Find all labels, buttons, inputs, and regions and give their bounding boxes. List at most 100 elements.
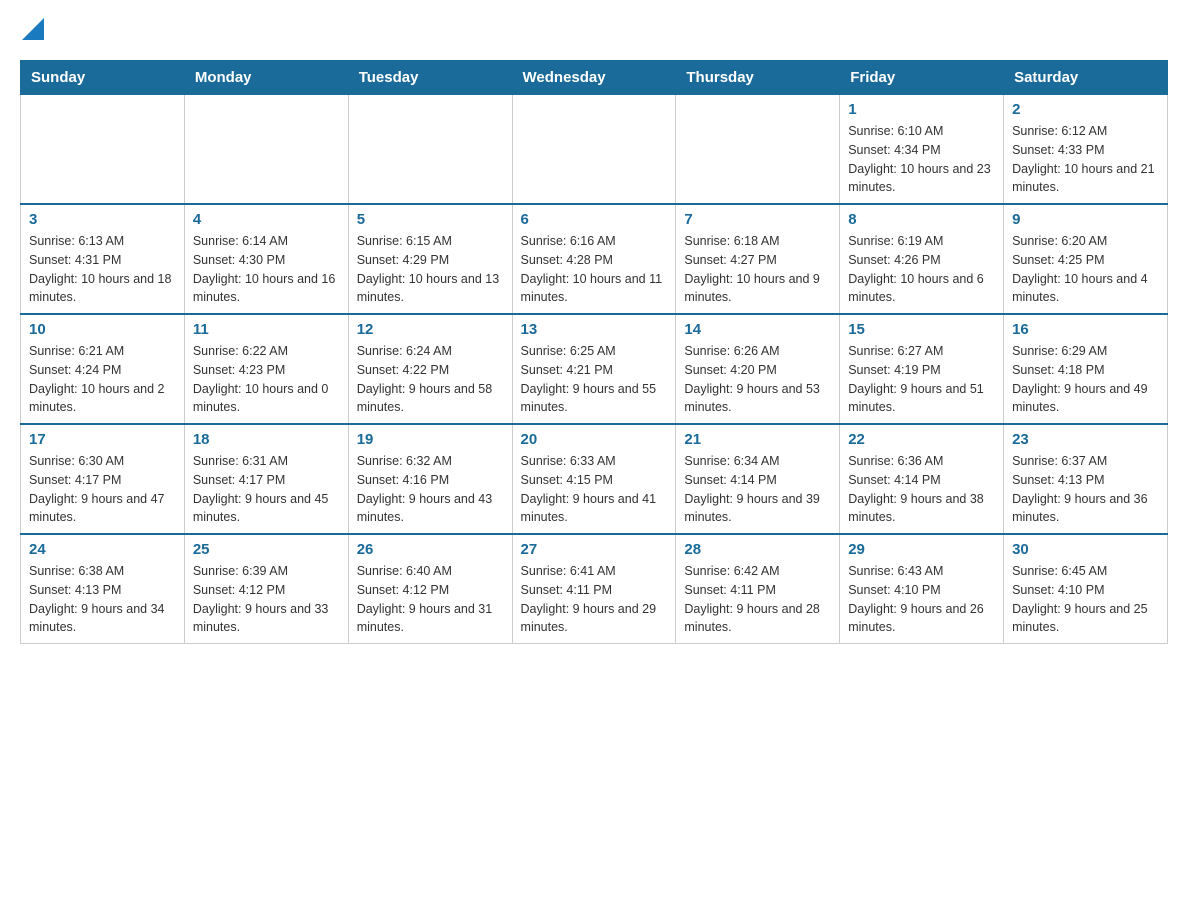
day-info: Sunrise: 6:30 AM Sunset: 4:17 PM Dayligh… xyxy=(29,452,176,527)
day-number: 15 xyxy=(848,321,995,338)
day-info: Sunrise: 6:22 AM Sunset: 4:23 PM Dayligh… xyxy=(193,342,340,417)
day-info: Sunrise: 6:32 AM Sunset: 4:16 PM Dayligh… xyxy=(357,452,504,527)
calendar-cell: 2 Sunrise: 6:12 AM Sunset: 4:33 PM Daylig… xyxy=(1004,95,1168,205)
calendar-cell: 26 Sunrise: 6:40 AM Sunset: 4:12 PM Dayli… xyxy=(348,534,512,644)
calendar-cell: 7 Sunrise: 6:18 AM Sunset: 4:27 PM Daylig… xyxy=(676,204,840,314)
calendar-cell: 6 Sunrise: 6:16 AM Sunset: 4:28 PM Daylig… xyxy=(512,204,676,314)
day-info: Sunrise: 6:19 AM Sunset: 4:26 PM Dayligh… xyxy=(848,232,995,307)
calendar-cell xyxy=(512,95,676,205)
calendar-week-row: 17 Sunrise: 6:30 AM Sunset: 4:17 PM Dayli… xyxy=(21,424,1168,534)
day-number: 6 xyxy=(521,211,668,228)
day-info: Sunrise: 6:40 AM Sunset: 4:12 PM Dayligh… xyxy=(357,562,504,637)
calendar-week-row: 10 Sunrise: 6:21 AM Sunset: 4:24 PM Dayli… xyxy=(21,314,1168,424)
weekday-header-wednesday: Wednesday xyxy=(512,61,676,95)
page-header xyxy=(20,20,1168,40)
calendar-week-row: 3 Sunrise: 6:13 AM Sunset: 4:31 PM Daylig… xyxy=(21,204,1168,314)
logo-triangle-icon xyxy=(22,18,44,40)
day-number: 11 xyxy=(193,321,340,338)
day-info: Sunrise: 6:15 AM Sunset: 4:29 PM Dayligh… xyxy=(357,232,504,307)
day-info: Sunrise: 6:36 AM Sunset: 4:14 PM Dayligh… xyxy=(848,452,995,527)
calendar-cell: 5 Sunrise: 6:15 AM Sunset: 4:29 PM Daylig… xyxy=(348,204,512,314)
calendar-table: SundayMondayTuesdayWednesdayThursdayFrid… xyxy=(20,60,1168,644)
calendar-cell: 27 Sunrise: 6:41 AM Sunset: 4:11 PM Dayli… xyxy=(512,534,676,644)
day-number: 9 xyxy=(1012,211,1159,228)
day-info: Sunrise: 6:39 AM Sunset: 4:12 PM Dayligh… xyxy=(193,562,340,637)
day-number: 8 xyxy=(848,211,995,228)
day-number: 23 xyxy=(1012,431,1159,448)
day-number: 18 xyxy=(193,431,340,448)
day-info: Sunrise: 6:26 AM Sunset: 4:20 PM Dayligh… xyxy=(684,342,831,417)
weekday-header-saturday: Saturday xyxy=(1004,61,1168,95)
weekday-header-sunday: Sunday xyxy=(21,61,185,95)
day-number: 13 xyxy=(521,321,668,338)
calendar-cell: 18Sunrise: 6:31 AM Sunset: 4:17 PM Dayli… xyxy=(184,424,348,534)
weekday-header-monday: Monday xyxy=(184,61,348,95)
calendar-cell: 14 Sunrise: 6:26 AM Sunset: 4:20 PM Dayli… xyxy=(676,314,840,424)
day-number: 29 xyxy=(848,541,995,558)
calendar-cell: 16 Sunrise: 6:29 AM Sunset: 4:18 PM Dayli… xyxy=(1004,314,1168,424)
day-number: 2 xyxy=(1012,101,1159,118)
day-number: 26 xyxy=(357,541,504,558)
calendar-week-row: 24Sunrise: 6:38 AM Sunset: 4:13 PM Dayli… xyxy=(21,534,1168,644)
day-number: 7 xyxy=(684,211,831,228)
day-info: Sunrise: 6:41 AM Sunset: 4:11 PM Dayligh… xyxy=(521,562,668,637)
day-number: 19 xyxy=(357,431,504,448)
day-number: 30 xyxy=(1012,541,1159,558)
calendar-cell: 17 Sunrise: 6:30 AM Sunset: 4:17 PM Dayli… xyxy=(21,424,185,534)
calendar-cell: 8 Sunrise: 6:19 AM Sunset: 4:26 PM Daylig… xyxy=(840,204,1004,314)
day-number: 22 xyxy=(848,431,995,448)
calendar-cell xyxy=(348,95,512,205)
logo xyxy=(20,20,44,40)
day-info: Sunrise: 6:18 AM Sunset: 4:27 PM Dayligh… xyxy=(684,232,831,307)
day-number: 21 xyxy=(684,431,831,448)
calendar-cell: 4 Sunrise: 6:14 AM Sunset: 4:30 PM Daylig… xyxy=(184,204,348,314)
day-info: Sunrise: 6:27 AM Sunset: 4:19 PM Dayligh… xyxy=(848,342,995,417)
day-info: Sunrise: 6:13 AM Sunset: 4:31 PM Dayligh… xyxy=(29,232,176,307)
calendar-cell: 22 Sunrise: 6:36 AM Sunset: 4:14 PM Dayli… xyxy=(840,424,1004,534)
day-number: 14 xyxy=(684,321,831,338)
day-number: 27 xyxy=(521,541,668,558)
day-number: 5 xyxy=(357,211,504,228)
calendar-header-row: SundayMondayTuesdayWednesdayThursdayFrid… xyxy=(21,61,1168,95)
day-info: Sunrise: 6:37 AM Sunset: 4:13 PM Dayligh… xyxy=(1012,452,1159,527)
calendar-cell: 11 Sunrise: 6:22 AM Sunset: 4:23 PM Dayli… xyxy=(184,314,348,424)
day-number: 20 xyxy=(521,431,668,448)
day-info: Sunrise: 6:24 AM Sunset: 4:22 PM Dayligh… xyxy=(357,342,504,417)
day-number: 3 xyxy=(29,211,176,228)
calendar-cell: 28 Sunrise: 6:42 AM Sunset: 4:11 PM Dayli… xyxy=(676,534,840,644)
day-info: Sunrise: 6:20 AM Sunset: 4:25 PM Dayligh… xyxy=(1012,232,1159,307)
calendar-cell xyxy=(676,95,840,205)
day-info: Sunrise: 6:16 AM Sunset: 4:28 PM Dayligh… xyxy=(521,232,668,307)
day-info: Sunrise: 6:10 AM Sunset: 4:34 PM Dayligh… xyxy=(848,122,995,197)
day-number: 1 xyxy=(848,101,995,118)
calendar-cell: 21Sunrise: 6:34 AM Sunset: 4:14 PM Dayli… xyxy=(676,424,840,534)
calendar-cell: 10 Sunrise: 6:21 AM Sunset: 4:24 PM Dayli… xyxy=(21,314,185,424)
calendar-cell: 19 Sunrise: 6:32 AM Sunset: 4:16 PM Dayli… xyxy=(348,424,512,534)
day-info: Sunrise: 6:25 AM Sunset: 4:21 PM Dayligh… xyxy=(521,342,668,417)
day-info: Sunrise: 6:29 AM Sunset: 4:18 PM Dayligh… xyxy=(1012,342,1159,417)
calendar-cell: 23 Sunrise: 6:37 AM Sunset: 4:13 PM Dayli… xyxy=(1004,424,1168,534)
day-info: Sunrise: 6:38 AM Sunset: 4:13 PM Dayligh… xyxy=(29,562,176,637)
calendar-cell: 13 Sunrise: 6:25 AM Sunset: 4:21 PM Dayli… xyxy=(512,314,676,424)
day-number: 10 xyxy=(29,321,176,338)
calendar-cell xyxy=(21,95,185,205)
calendar-cell: 1 Sunrise: 6:10 AM Sunset: 4:34 PM Daylig… xyxy=(840,95,1004,205)
day-number: 17 xyxy=(29,431,176,448)
day-number: 25 xyxy=(193,541,340,558)
day-number: 4 xyxy=(193,211,340,228)
calendar-cell: 30 Sunrise: 6:45 AM Sunset: 4:10 PM Dayli… xyxy=(1004,534,1168,644)
day-number: 16 xyxy=(1012,321,1159,338)
day-info: Sunrise: 6:12 AM Sunset: 4:33 PM Dayligh… xyxy=(1012,122,1159,197)
weekday-header-thursday: Thursday xyxy=(676,61,840,95)
weekday-header-friday: Friday xyxy=(840,61,1004,95)
day-info: Sunrise: 6:21 AM Sunset: 4:24 PM Dayligh… xyxy=(29,342,176,417)
calendar-cell: 29Sunrise: 6:43 AM Sunset: 4:10 PM Dayli… xyxy=(840,534,1004,644)
day-info: Sunrise: 6:14 AM Sunset: 4:30 PM Dayligh… xyxy=(193,232,340,307)
day-info: Sunrise: 6:45 AM Sunset: 4:10 PM Dayligh… xyxy=(1012,562,1159,637)
calendar-cell: 25 Sunrise: 6:39 AM Sunset: 4:12 PM Dayli… xyxy=(184,534,348,644)
calendar-cell xyxy=(184,95,348,205)
day-number: 28 xyxy=(684,541,831,558)
day-info: Sunrise: 6:42 AM Sunset: 4:11 PM Dayligh… xyxy=(684,562,831,637)
calendar-cell: 3 Sunrise: 6:13 AM Sunset: 4:31 PM Daylig… xyxy=(21,204,185,314)
calendar-cell: 24Sunrise: 6:38 AM Sunset: 4:13 PM Dayli… xyxy=(21,534,185,644)
